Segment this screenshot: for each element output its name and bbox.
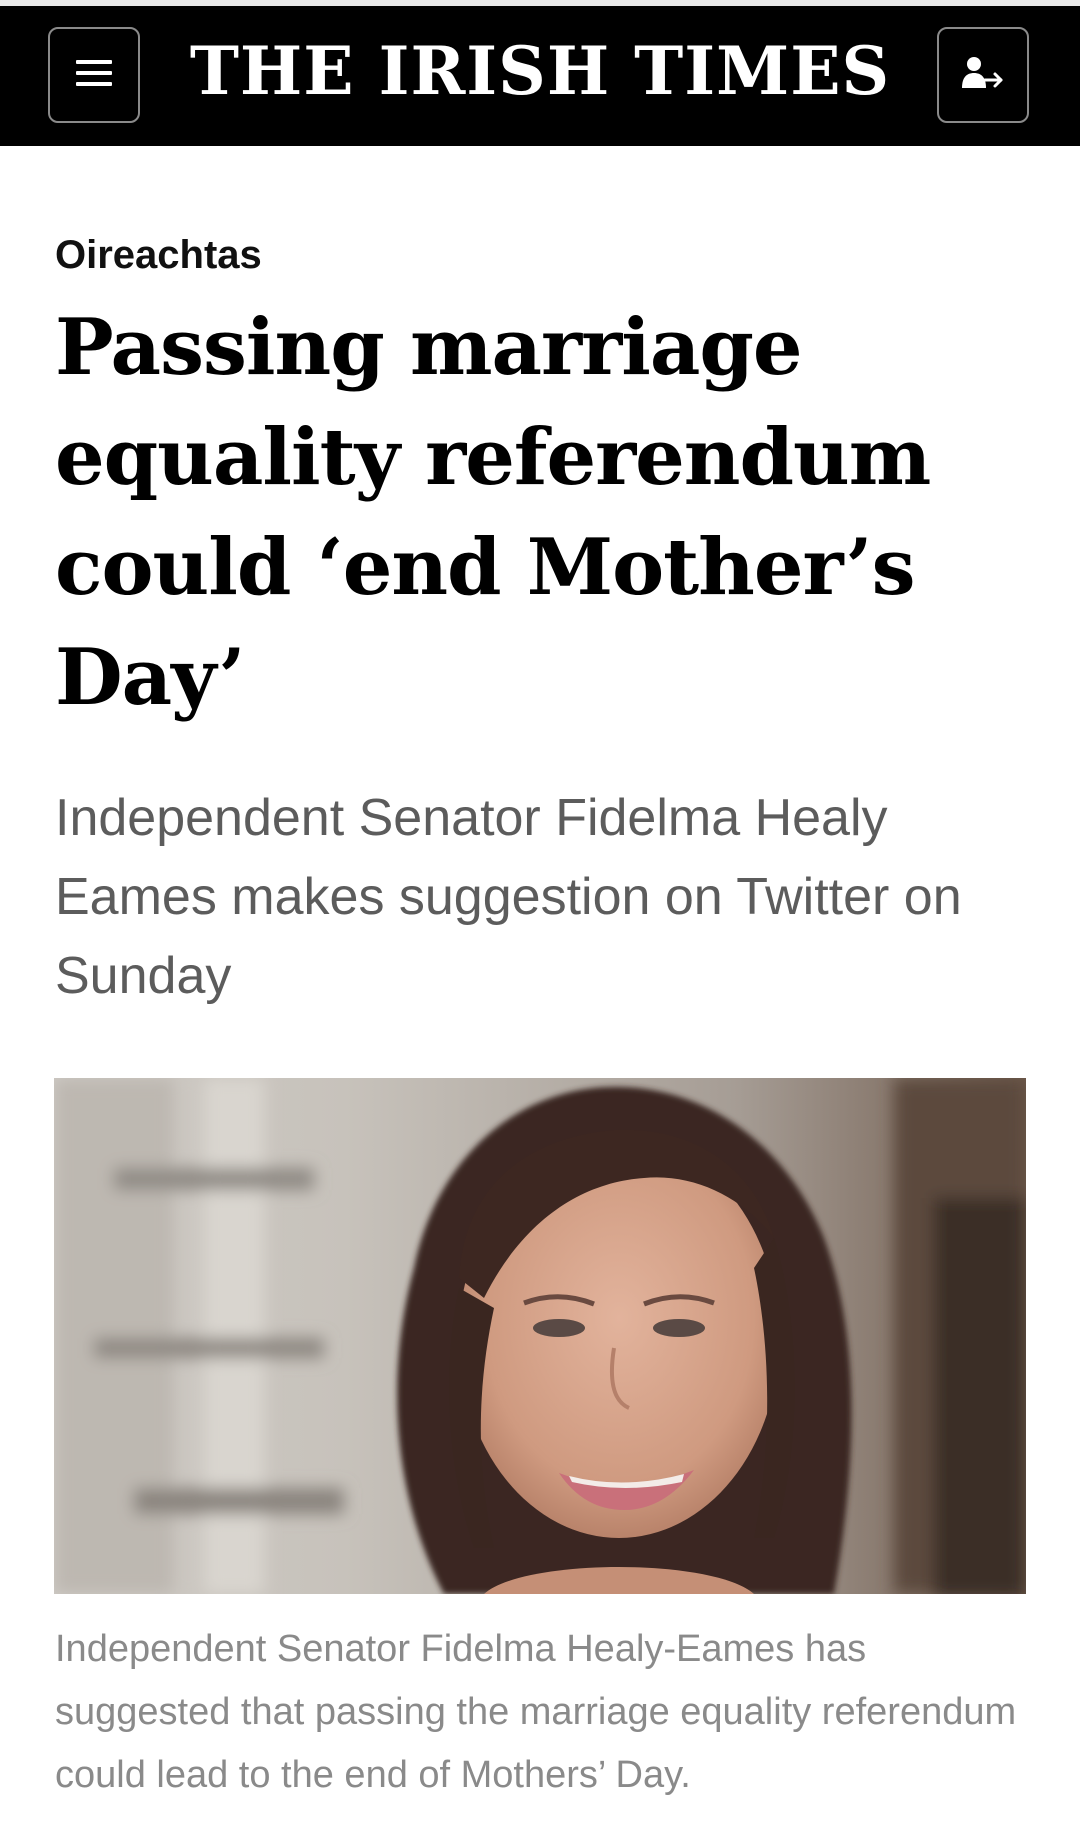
article-headline: Passing marriage equality referendum cou… [55,302,931,723]
photo-caption: Independent Senator Fidelma Healy-Eames … [55,1628,1017,1796]
sign-in-user-icon [961,55,1005,96]
site-logo-title[interactable]: THE IRISH TIMES [160,6,920,136]
article-photo [54,1078,1026,1594]
article-standfirst: Independent Senator Fidelma Healy Eames … [55,789,962,1005]
hamburger-menu-icon [76,58,112,93]
account-button[interactable] [937,27,1029,123]
article-header: Oireachtas Passing marriage equality ref… [55,146,1025,1016]
masthead: THE IRISH TIMES [0,6,1080,146]
section-link[interactable]: Oireachtas [55,231,1025,279]
menu-button[interactable] [48,27,140,123]
